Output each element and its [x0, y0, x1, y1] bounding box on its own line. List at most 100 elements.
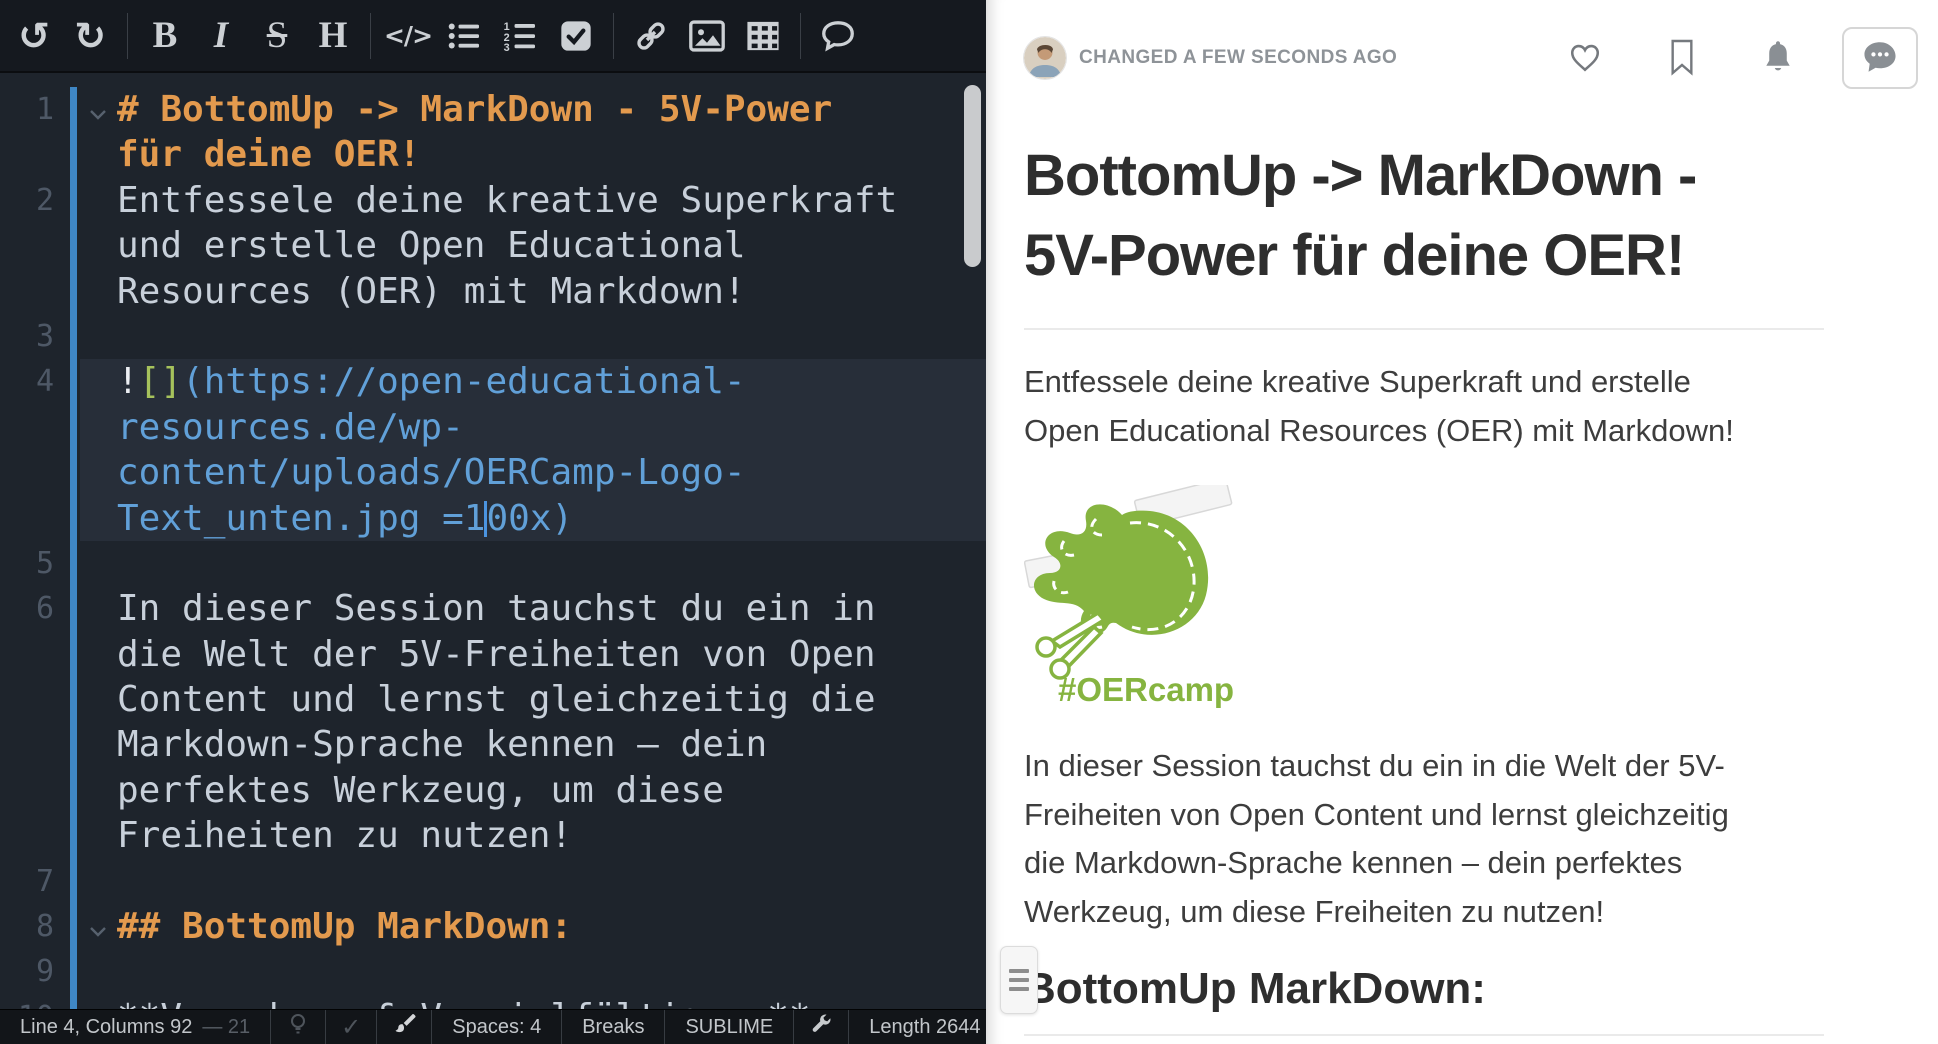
code-token: (https://open-educational- — [182, 361, 746, 402]
editor-scrollbar-thumb[interactable] — [964, 85, 981, 267]
editor-pane: ↺ ↻ BISH </> 123 1 # BottomUp -> MarkDown - 5… — [0, 0, 986, 1044]
code-row-line-1[interactable]: 1 # BottomUp -> MarkDown - 5V-Power — [0, 87, 986, 132]
ordered-list-button[interactable]: 123 — [492, 7, 548, 65]
comment-button[interactable] — [810, 7, 866, 65]
link-button[interactable] — [623, 7, 679, 65]
code-row-line-7[interactable]: 7 — [0, 859, 986, 904]
format-brush-button[interactable] — [377, 1010, 432, 1044]
code-row-line-6[interactable]: 6 In dieser Session tauchst du ein in — [0, 586, 986, 631]
line-number[interactable]: 9 — [0, 949, 54, 994]
undo-button[interactable]: ↺ — [6, 7, 62, 65]
cursor-position[interactable]: Line 4, Columns 92 — 21 — [0, 1010, 271, 1044]
code-editor[interactable]: 1 # BottomUp -> MarkDown - 5V-Powerfür de… — [0, 75, 986, 1010]
line-number[interactable]: 8 — [0, 904, 54, 949]
code-token: ## BottomUp MarkDown: — [117, 906, 572, 947]
indent-setting[interactable]: Spaces: 4 — [432, 1010, 562, 1044]
document-title: BottomUp -> MarkDown - 5V-Power für dein… — [1024, 136, 1824, 296]
doc-length: Length 2644 — [849, 1010, 986, 1044]
undo-icon: ↺ — [18, 17, 50, 55]
preview-header: CHANGED A FEW SECONDS AGO — [986, 0, 1938, 112]
notifications-button[interactable] — [1760, 38, 1796, 79]
code-row-line-10[interactable]: 10**Verwahren & Vervielfältigen:** — [0, 995, 986, 1010]
spaces-label: Spaces: 4 — [452, 1016, 541, 1039]
spellcheck-button[interactable]: ✓ — [326, 1010, 377, 1044]
fold-gutter[interactable] — [54, 87, 117, 132]
image-button[interactable] — [679, 7, 735, 65]
code-token: Content und lernst gleichzeitig die — [117, 679, 876, 720]
redo-button[interactable]: ↻ — [62, 7, 118, 65]
check-icon: ✓ — [341, 1013, 361, 1041]
italic-button[interactable]: I — [193, 7, 249, 65]
scissors-icon — [1037, 613, 1104, 678]
unordered-list-button[interactable] — [436, 7, 492, 65]
logo-caption-text: #OERcamp — [1058, 671, 1234, 708]
code-row-line-6[interactable]: Content und lernst gleichzeitig die — [0, 677, 986, 722]
code-token: perfektes Werkzeug, um diese — [117, 770, 724, 811]
header-actions — [1504, 27, 1918, 89]
linebreak-setting[interactable]: Breaks — [562, 1010, 665, 1044]
line-number[interactable]: 2 — [0, 178, 54, 223]
change-gutter-bar — [70, 87, 77, 1010]
code-row-line-9[interactable]: 9 — [0, 949, 986, 994]
code-row-line-3[interactable]: 3 — [0, 314, 986, 359]
code-row-line-4[interactable]: 4![](https://open-educational- — [0, 359, 986, 404]
strikethrough-button[interactable]: S — [249, 7, 305, 65]
code-row-line-4[interactable]: content/uploads/OERCamp-Logo- — [0, 450, 986, 495]
code-row-line-5[interactable]: 5 — [0, 541, 986, 586]
brush-icon — [392, 1012, 416, 1042]
table-button[interactable] — [735, 7, 791, 65]
code-row-line-6[interactable]: Freiheiten zu nutzen! — [0, 813, 986, 858]
heart-icon — [1566, 39, 1604, 78]
code-token: content/uploads/OERCamp-Logo- — [117, 452, 746, 493]
line-number[interactable]: 4 — [0, 359, 54, 404]
fold-gutter[interactable] — [54, 904, 117, 949]
line-number[interactable]: 5 — [0, 541, 54, 586]
comments-button[interactable] — [1842, 27, 1918, 89]
line-number[interactable]: 3 — [0, 314, 54, 359]
redo-icon: ↻ — [74, 17, 106, 55]
code-token: für deine OER! — [117, 134, 420, 175]
code-button[interactable]: </> — [380, 7, 436, 65]
check-list-button[interactable] — [548, 7, 604, 65]
editor-lines: 1 # BottomUp -> MarkDown - 5V-Powerfür de… — [0, 87, 986, 1010]
line-number[interactable]: 10 — [0, 995, 54, 1010]
code-text: Text_unten.jpg =100x) — [117, 496, 986, 541]
rendered-document: BottomUp -> MarkDown - 5V-Power für dein… — [1024, 136, 1824, 1036]
bold-button[interactable]: B — [137, 7, 193, 65]
code-text: Content und lernst gleichzeitig die — [117, 677, 986, 722]
avatar[interactable] — [1024, 37, 1066, 79]
line-number[interactable]: 1 — [0, 87, 54, 132]
bold-icon: B — [153, 17, 178, 54]
toc-toggle[interactable] — [1000, 946, 1038, 1014]
code-row-line-2[interactable]: und erstelle Open Educational — [0, 223, 986, 268]
code-row-line-6[interactable]: Markdown-Sprache kennen – dein — [0, 722, 986, 767]
bookmark-button[interactable] — [1666, 38, 1698, 79]
status-bar: Line 4, Columns 92 — 21 ✓ Spaces: 4 Brea — [0, 1009, 986, 1044]
like-button[interactable] — [1566, 39, 1604, 78]
bookmark-icon — [1666, 38, 1698, 79]
code-text: In dieser Session tauchst du ein in — [117, 586, 986, 631]
hint-button[interactable] — [271, 1010, 326, 1044]
code-row-line-2[interactable]: Resources (OER) mit Markdown! — [0, 269, 986, 314]
heading-button[interactable]: H — [305, 7, 361, 65]
code-row-line-4[interactable]: Text_unten.jpg =100x) — [0, 496, 986, 541]
keymap-setting[interactable]: SUBLIME — [665, 1010, 794, 1044]
preferences-button[interactable] — [794, 1010, 849, 1044]
code-text: ## BottomUp MarkDown: — [117, 904, 986, 949]
code-token: Text_unten.jpg =1 — [117, 498, 485, 539]
line-number[interactable]: 7 — [0, 859, 54, 904]
code-row-line-4[interactable]: resources.de/wp- — [0, 405, 986, 450]
svg-text:3: 3 — [504, 42, 510, 51]
code-row-line-1[interactable]: für deine OER! — [0, 132, 986, 177]
line-number[interactable]: 6 — [0, 586, 54, 631]
code-token: # BottomUp -> MarkDown - 5V-Power — [117, 89, 832, 130]
code-row-line-2[interactable]: 2Entfessele deine kreative Superkraft — [0, 178, 986, 223]
code-row-line-8[interactable]: 8 ## BottomUp MarkDown: — [0, 904, 986, 949]
toolbar-separator — [370, 13, 371, 59]
code-text: Resources (OER) mit Markdown! — [117, 269, 986, 314]
app-window: ↺ ↻ BISH </> 123 1 # BottomUp -> MarkDown - 5… — [0, 0, 1938, 1044]
code-text: Markdown-Sprache kennen – dein — [117, 722, 986, 767]
code-row-line-6[interactable]: die Welt der 5V-Freiheiten von Open — [0, 632, 986, 677]
ordered-list-icon: 123 — [503, 21, 537, 51]
code-row-line-6[interactable]: perfektes Werkzeug, um diese — [0, 768, 986, 813]
